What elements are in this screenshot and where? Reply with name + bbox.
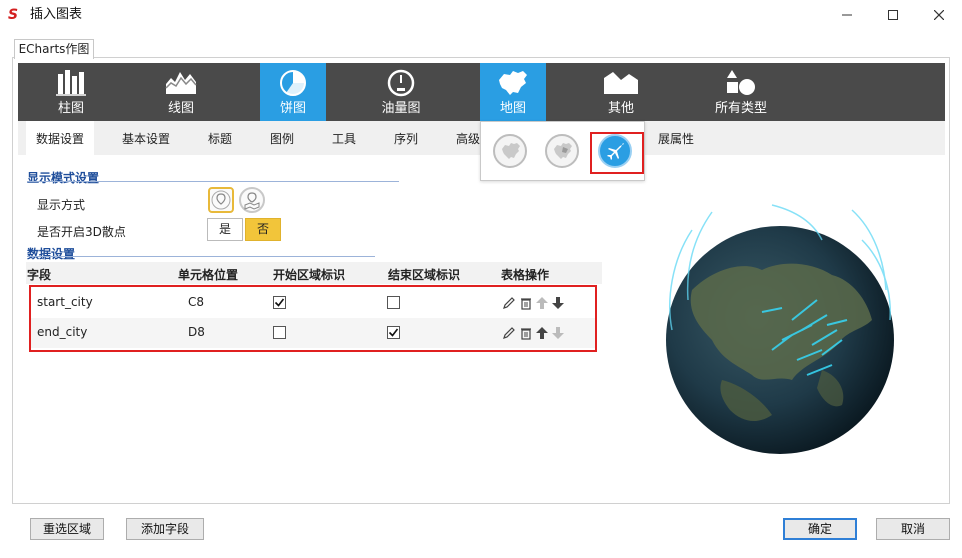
airplane-icon <box>607 143 624 160</box>
close-icon <box>934 10 944 20</box>
pie-chart-icon <box>280 70 306 96</box>
tab-echarts[interactable]: ECharts作图 <box>14 39 94 59</box>
display-mode-option-scatter[interactable] <box>208 187 234 213</box>
globe-preview <box>666 204 894 454</box>
all-types-icon <box>727 70 755 95</box>
column-header-field: 字段 <box>27 268 52 282</box>
add-field-button[interactable]: 添加字段 <box>126 518 204 540</box>
line-chart-icon <box>165 72 197 94</box>
tab-data-settings[interactable]: 数据设置 <box>26 121 95 155</box>
cancel-button[interactable]: 取消 <box>876 518 950 540</box>
chart-type-map[interactable]: 地图 <box>480 63 546 121</box>
tab-extended-properties[interactable]: 展属性 <box>658 121 694 155</box>
chart-type-other[interactable]: 其他 <box>588 63 654 121</box>
bar-chart-icon <box>56 70 86 96</box>
chart-type-label: 地图 <box>499 101 526 116</box>
field-table-header: 字段 单元格位置 开始区域标识 结束区域标识 表格操作 <box>26 262 602 284</box>
region-map-icon <box>554 143 572 159</box>
maximize-button[interactable] <box>870 0 916 30</box>
section-divider <box>27 181 399 182</box>
map-option-region[interactable] <box>545 134 579 168</box>
scatter-3d-yes-button[interactable]: 是 <box>207 218 243 241</box>
display-mode-label: 显示方式 <box>37 198 86 212</box>
minimize-button[interactable] <box>824 0 870 30</box>
reselect-area-button[interactable]: 重选区域 <box>30 518 104 540</box>
close-button[interactable] <box>916 0 962 30</box>
title-bar: S 插入图表 <box>0 0 962 30</box>
china-map-icon <box>502 143 520 159</box>
other-chart-icon <box>604 72 638 94</box>
chart-type-toolbar: 柱图 线图 饼图 油量图 地图 其他 所有类型 <box>18 63 945 121</box>
column-header-start: 开始区域标识 <box>273 268 346 282</box>
column-header-cell: 单元格位置 <box>178 268 239 282</box>
column-header-actions: 表格操作 <box>501 268 550 282</box>
chart-type-label: 其他 <box>607 101 634 116</box>
chart-type-label: 饼图 <box>279 101 306 116</box>
map-type-popup <box>480 121 645 181</box>
minimize-icon <box>842 14 852 16</box>
window-title: 插入图表 <box>30 7 83 22</box>
table-highlight-box <box>29 285 597 352</box>
map-region-icon <box>244 192 260 210</box>
gauge-icon <box>387 69 415 97</box>
scatter-3d-no-button[interactable]: 否 <box>245 218 281 241</box>
china-map-icon <box>499 71 527 95</box>
tab-tools[interactable]: 工具 <box>332 121 356 155</box>
column-header-end: 结束区域标识 <box>388 268 461 282</box>
ok-button[interactable]: 确定 <box>783 518 857 540</box>
chart-type-bar[interactable]: 柱图 <box>38 63 104 121</box>
chart-type-all[interactable]: 所有类型 <box>698 63 784 121</box>
map-option-flight[interactable] <box>598 134 632 168</box>
tab-series[interactable]: 序列 <box>394 121 418 155</box>
maximize-icon <box>888 10 898 20</box>
display-mode-section-title: 显示模式设置 <box>27 171 100 185</box>
map-option-china[interactable] <box>493 134 527 168</box>
chart-type-line[interactable]: 线图 <box>148 63 214 121</box>
scatter-3d-label: 是否开启3D散点 <box>37 225 126 239</box>
app-logo-icon: S <box>8 7 19 23</box>
tab-advanced[interactable]: 高级 <box>456 121 480 155</box>
tab-title[interactable]: 标题 <box>208 121 232 155</box>
tab-legend[interactable]: 图例 <box>270 121 294 155</box>
section-divider <box>27 256 375 257</box>
chart-type-pie[interactable]: 饼图 <box>260 63 326 121</box>
chart-type-label: 线图 <box>167 101 194 116</box>
display-mode-option-region[interactable] <box>239 187 265 213</box>
tab-basic-settings[interactable]: 基本设置 <box>122 121 170 155</box>
chart-type-label: 所有类型 <box>714 101 767 116</box>
chart-type-gauge[interactable]: 油量图 <box>368 63 434 121</box>
chart-type-label: 油量图 <box>381 101 421 116</box>
map-pin-icon <box>211 190 231 210</box>
chart-type-label: 柱图 <box>57 101 84 116</box>
data-section-title: 数据设置 <box>27 247 76 261</box>
